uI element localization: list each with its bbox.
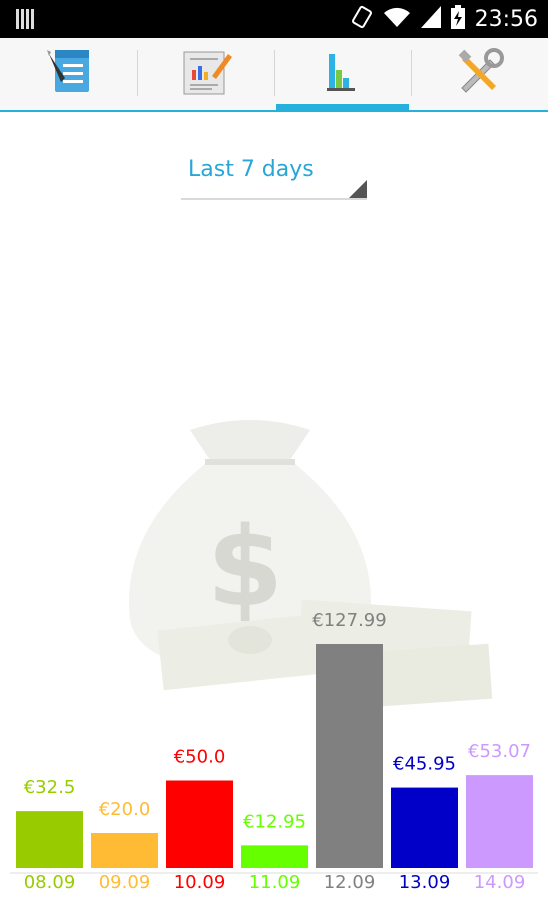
status-bar: 23:56 xyxy=(0,0,548,38)
bar-value-label: €20.0 xyxy=(99,799,151,820)
report-chart-icon xyxy=(178,44,234,104)
bar-date-label: 14.09 xyxy=(474,872,526,893)
tools-icon xyxy=(452,44,508,104)
chart-bar xyxy=(16,811,83,868)
bar-date-label: 10.09 xyxy=(174,872,226,893)
clock: 23:56 xyxy=(474,6,538,32)
bar-value-label: €50.0 xyxy=(174,746,226,767)
dropdown-arrow-icon xyxy=(349,180,367,198)
chart-bar xyxy=(241,845,308,868)
bar-value-label: €127.99 xyxy=(312,610,386,631)
bar-date-label: 09.09 xyxy=(99,872,151,893)
battery-icon xyxy=(450,5,465,33)
reports-tab[interactable] xyxy=(137,38,274,110)
chart-bar xyxy=(316,644,383,868)
bar-chart-icon xyxy=(323,48,363,100)
checklist-icon xyxy=(41,44,97,104)
bar-value-label: €12.95 xyxy=(243,811,306,832)
bar-date-label: 12.09 xyxy=(324,872,376,893)
chart-bar xyxy=(391,787,458,868)
expense-bar-chart: €32.5 08.09 €20.0 09.09 €50.0 10.09 €12.95 11.0… xyxy=(10,610,538,893)
bar-date-label: 11.09 xyxy=(249,872,301,893)
tasks-tab[interactable] xyxy=(0,38,137,110)
period-dropdown[interactable]: Last 7 days xyxy=(181,150,367,200)
rotate-icon xyxy=(351,5,373,33)
bar-value-label: €53.07 xyxy=(468,741,531,762)
settings-tab[interactable] xyxy=(411,38,548,110)
notification-bars-icon xyxy=(16,9,38,33)
chart-bar xyxy=(91,832,158,868)
tab-bar xyxy=(0,38,548,112)
money-bag-illustration: $ xyxy=(80,410,500,714)
wifi-icon xyxy=(383,6,411,32)
bar-date-label: 08.09 xyxy=(24,872,76,893)
bar-value-label: €32.5 xyxy=(24,777,76,798)
signal-icon xyxy=(420,6,441,32)
chart-bar xyxy=(466,775,533,868)
bar-value-label: €45.95 xyxy=(393,754,456,775)
statistics-tab[interactable] xyxy=(274,38,411,110)
period-dropdown-label: Last 7 days xyxy=(188,157,314,182)
bar-date-label: 13.09 xyxy=(399,872,451,893)
svg-text:$: $ xyxy=(207,503,284,631)
chart-bar xyxy=(166,780,233,868)
